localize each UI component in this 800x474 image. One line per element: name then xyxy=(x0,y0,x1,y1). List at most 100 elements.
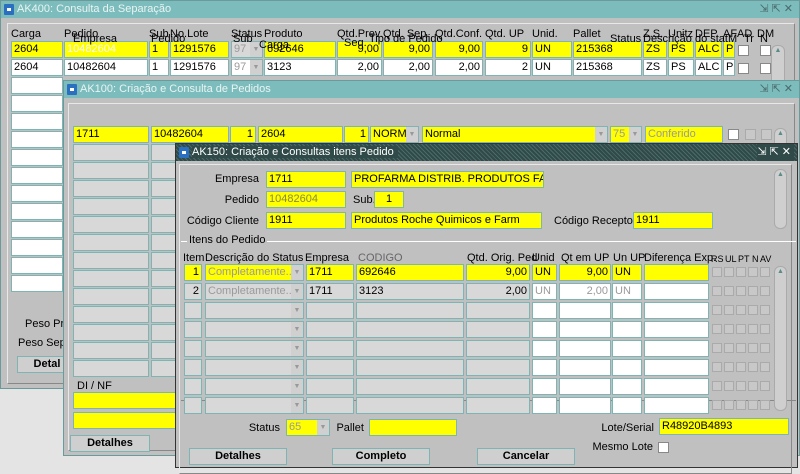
item-cell[interactable]: ▼ xyxy=(205,340,304,357)
receptor-field[interactable]: 1911 xyxy=(633,212,713,229)
mesmo-lote-checkbox[interactable] xyxy=(658,442,669,453)
grid-cell-empty[interactable] xyxy=(11,113,63,130)
grid-cell[interactable]: 2 xyxy=(485,59,531,76)
grid-cell-empty[interactable] xyxy=(73,162,149,179)
item-cell[interactable] xyxy=(559,340,611,357)
item-cell[interactable] xyxy=(644,397,709,414)
dropdown-arrow-icon[interactable]: ▼ xyxy=(291,322,303,337)
item-cell[interactable] xyxy=(612,397,642,414)
grid-cell-empty[interactable] xyxy=(11,257,63,274)
grid-cell-empty[interactable] xyxy=(11,149,63,166)
dinf-field-2[interactable] xyxy=(73,412,183,429)
item-flag-checkbox[interactable] xyxy=(748,305,758,315)
dropdown-arrow-icon[interactable]: ▼ xyxy=(291,341,303,356)
item-cell[interactable] xyxy=(559,359,611,376)
window-controls-icon[interactable]: ⇲⇱✕ xyxy=(757,144,794,161)
item-cell[interactable] xyxy=(184,321,202,338)
grid-cell-empty[interactable] xyxy=(11,167,63,184)
cancelar-button[interactable]: Cancelar xyxy=(477,448,575,465)
item-flag-checkbox[interactable] xyxy=(760,305,770,315)
item-cell[interactable]: 2,00 xyxy=(559,283,611,300)
item-cell[interactable]: 9,00 xyxy=(466,264,530,281)
item-flag-checkbox[interactable] xyxy=(748,362,758,372)
item-cell[interactable] xyxy=(612,302,642,319)
item-flag-checkbox[interactable] xyxy=(736,305,746,315)
grid-cell[interactable]: 2604 xyxy=(11,41,63,58)
items-scrollbar[interactable] xyxy=(774,266,787,411)
item-cell[interactable] xyxy=(356,340,464,357)
item-cell[interactable] xyxy=(466,378,530,395)
item-cell[interactable]: ▼ xyxy=(205,321,304,338)
item-cell[interactable] xyxy=(306,321,354,338)
ak100-titlebar[interactable]: AK100: Criação e Consulta de Pedidos ⇲⇱✕ xyxy=(64,81,799,98)
item-flag-checkbox[interactable] xyxy=(760,267,770,277)
item-cell[interactable] xyxy=(644,283,709,300)
item-cell[interactable] xyxy=(184,359,202,376)
grid-cell[interactable]: PS xyxy=(668,59,694,76)
sub-field[interactable]: 1 xyxy=(374,191,404,208)
item-cell[interactable] xyxy=(184,302,202,319)
empresa-field[interactable]: 1711 xyxy=(266,171,346,188)
grid-cell-empty[interactable] xyxy=(73,360,149,377)
grid-cell-empty[interactable] xyxy=(73,270,149,287)
item-cell[interactable] xyxy=(306,397,354,414)
item-cell[interactable] xyxy=(559,321,611,338)
item-flag-checkbox[interactable] xyxy=(736,324,746,334)
item-cell[interactable] xyxy=(466,340,530,357)
item-cell[interactable]: Completamente... ▼ xyxy=(205,264,304,281)
item-flag-checkbox[interactable] xyxy=(724,324,734,334)
item-cell[interactable] xyxy=(644,321,709,338)
item-flag-checkbox[interactable] xyxy=(724,343,734,353)
dm-checkbox[interactable] xyxy=(760,63,771,74)
dropdown-arrow-icon[interactable]: ▼ xyxy=(317,420,329,435)
grid-cell[interactable]: 2,00 xyxy=(337,59,382,76)
item-cell[interactable] xyxy=(356,378,464,395)
item-flag-checkbox[interactable] xyxy=(748,324,758,334)
item-cell[interactable] xyxy=(466,359,530,376)
item-cell[interactable] xyxy=(306,302,354,319)
item-cell[interactable]: UN xyxy=(612,264,642,281)
item-flag-checkbox[interactable] xyxy=(736,343,746,353)
item-flag-checkbox[interactable] xyxy=(736,362,746,372)
grid-cell-empty[interactable] xyxy=(73,216,149,233)
item-flag-checkbox[interactable] xyxy=(760,381,770,391)
item-flag-checkbox[interactable] xyxy=(712,343,722,353)
dropdown-arrow-icon[interactable]: ▼ xyxy=(291,398,303,413)
item-flag-checkbox[interactable] xyxy=(760,362,770,372)
item-flag-checkbox[interactable] xyxy=(748,343,758,353)
item-flag-checkbox[interactable] xyxy=(712,286,722,296)
grid-cell-empty[interactable] xyxy=(73,234,149,251)
item-flag-checkbox[interactable] xyxy=(736,400,746,410)
item-cell[interactable] xyxy=(466,302,530,319)
ad-checkbox[interactable] xyxy=(738,45,749,56)
grid-cell[interactable]: 97 ▼ xyxy=(231,59,263,76)
item-flag-checkbox[interactable] xyxy=(748,267,758,277)
item-cell[interactable] xyxy=(306,378,354,395)
ak150-titlebar[interactable]: AK150: Criação e Consultas itens Pedido ⇲… xyxy=(176,144,797,161)
item-flag-checkbox[interactable] xyxy=(712,381,722,391)
grid-cell-empty[interactable] xyxy=(11,95,63,112)
item-cell[interactable] xyxy=(559,378,611,395)
item-cell[interactable] xyxy=(532,321,557,338)
grid-cell-empty[interactable] xyxy=(73,306,149,323)
dropdown-arrow-icon[interactable]: ▼ xyxy=(291,265,303,280)
status-field[interactable]: 65 ▼ xyxy=(286,419,330,436)
item-cell[interactable]: 2,00 xyxy=(466,283,530,300)
item-flag-checkbox[interactable] xyxy=(712,267,722,277)
grid-cell[interactable]: UN xyxy=(532,59,572,76)
item-cell[interactable]: 2 xyxy=(184,283,202,300)
detalhes-button[interactable]: Detalhes xyxy=(70,435,150,452)
item-cell[interactable] xyxy=(184,340,202,357)
item-flag-checkbox[interactable] xyxy=(760,324,770,334)
item-flag-checkbox[interactable] xyxy=(724,267,734,277)
grid-cell-empty[interactable] xyxy=(11,239,63,256)
item-cell[interactable]: 1 xyxy=(184,264,202,281)
cliente-field[interactable]: 1911 xyxy=(266,212,346,229)
item-cell[interactable] xyxy=(644,378,709,395)
item-flag-checkbox[interactable] xyxy=(724,362,734,372)
item-cell[interactable] xyxy=(306,359,354,376)
item-cell[interactable] xyxy=(356,359,464,376)
order-field[interactable]: 1711 xyxy=(73,126,149,143)
item-cell[interactable] xyxy=(644,264,709,281)
grid-cell[interactable]: 2604 xyxy=(11,59,63,76)
